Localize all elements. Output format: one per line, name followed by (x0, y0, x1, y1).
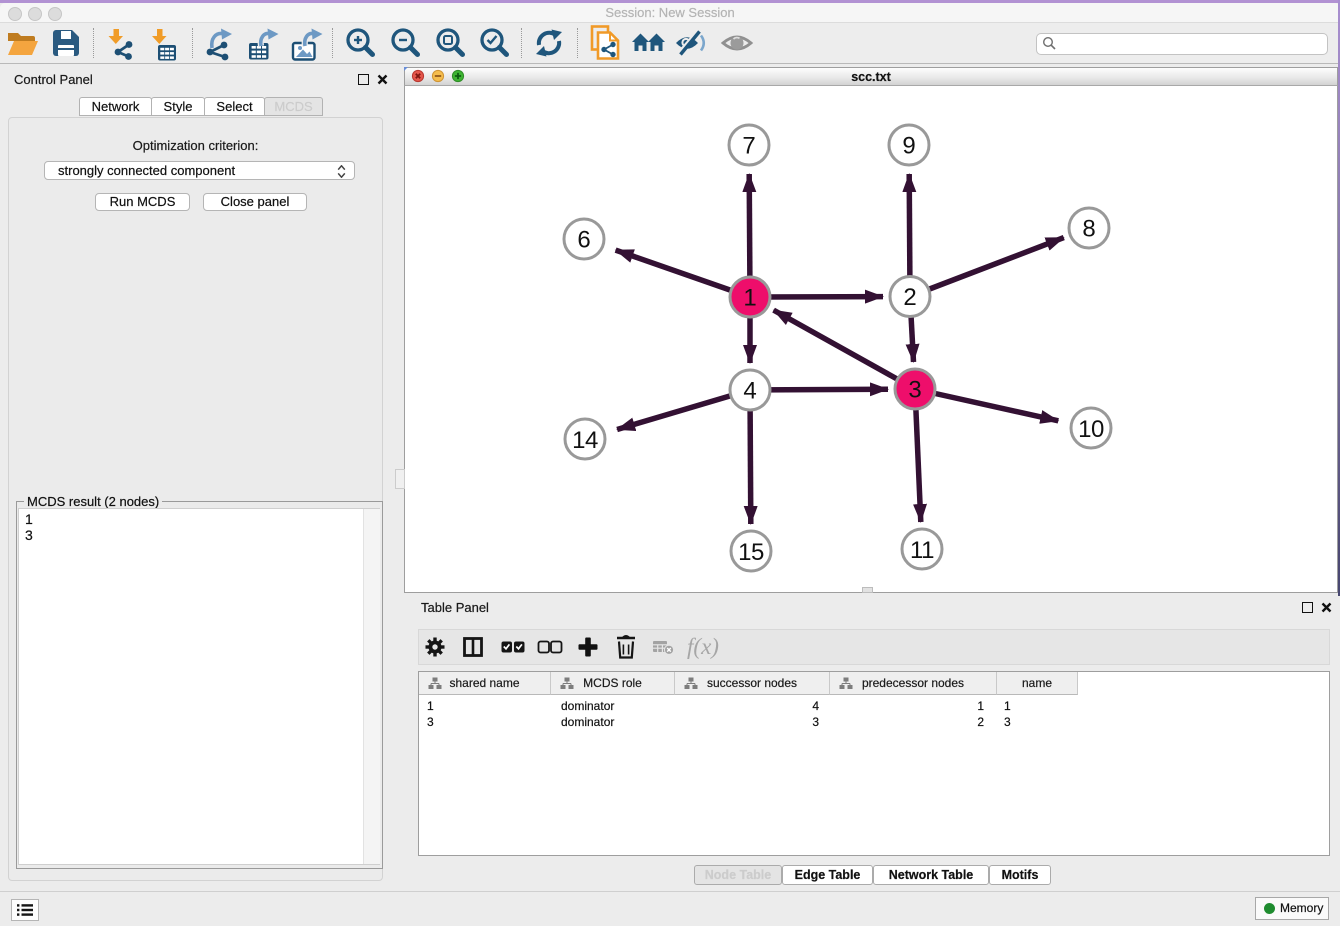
svg-text:1: 1 (743, 285, 756, 312)
svg-text:8: 8 (1082, 216, 1095, 243)
svg-text:6: 6 (577, 227, 590, 254)
svg-text:10: 10 (1078, 416, 1104, 443)
svg-text:9: 9 (902, 133, 915, 160)
svg-text:11: 11 (910, 537, 934, 564)
svg-text:2: 2 (903, 284, 916, 311)
svg-text:4: 4 (743, 378, 756, 405)
svg-text:7: 7 (742, 133, 755, 160)
svg-text:14: 14 (572, 427, 598, 454)
svg-text:f(x): f(x) (687, 634, 719, 659)
svg-text:15: 15 (738, 539, 764, 566)
svg-text:3: 3 (908, 377, 921, 404)
